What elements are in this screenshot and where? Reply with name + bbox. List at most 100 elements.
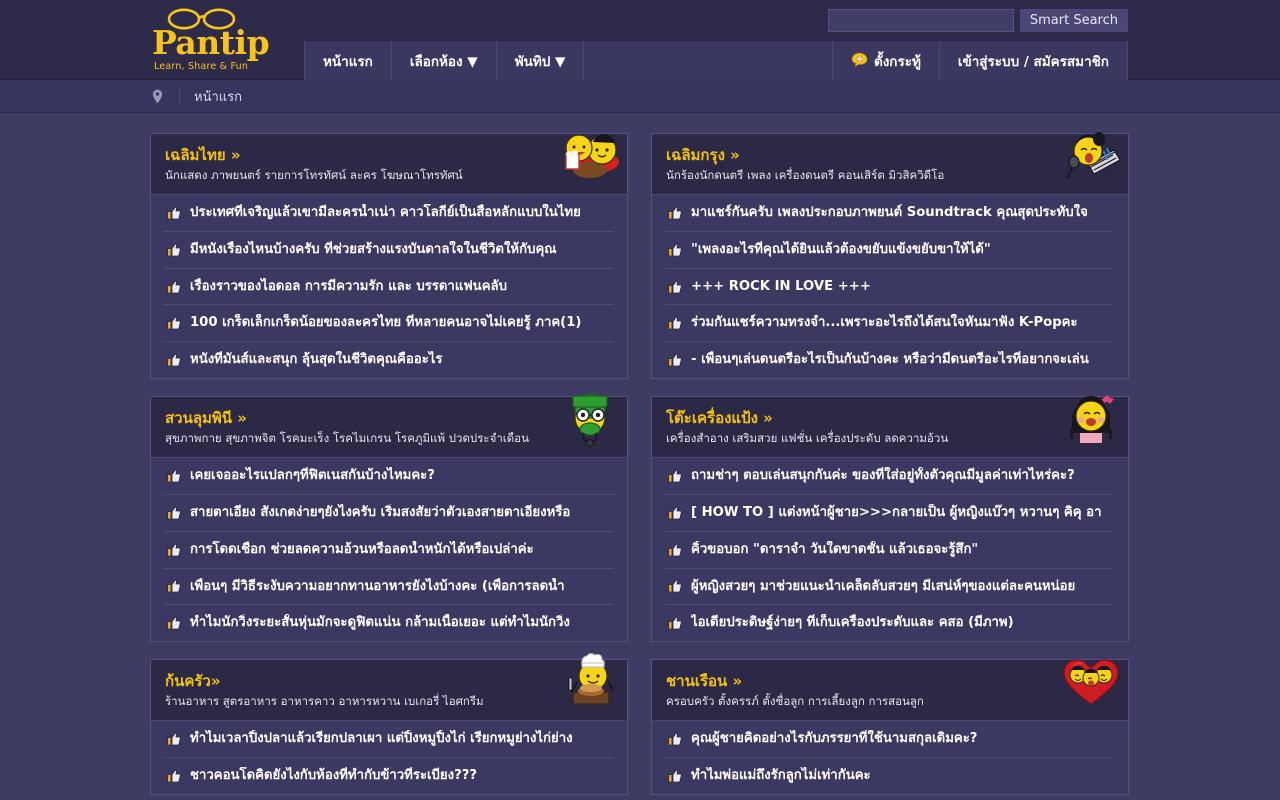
room-card: สวนลุมพินี » สุขภาพกาย สุขภาพจิต โรคมะเร… <box>150 393 628 643</box>
thumbs-up-icon <box>668 579 682 593</box>
topic-title: ผู้หญิงสวยๆ มาช่วยแนะนำเคล็ดลับสวยๆ มีเส… <box>691 578 1076 594</box>
topic-title: +++ ROCK IN LOVE +++ <box>691 278 871 294</box>
topic-row[interactable]: [ HOW TO ] แต่งหน้าผู้ชาย>>>กลายเป็น ผู้… <box>666 495 1114 532</box>
room-title[interactable]: โต๊ะเครื่องแป้ง » <box>666 409 1114 428</box>
thumbs-up-icon <box>668 243 682 257</box>
room-card: เฉลิมไทย » นักแสดง ภาพยนตร์ รายการโทรทัศ… <box>150 133 628 380</box>
topic-row[interactable]: หนังที่มันส์และสนุก ลุ้นสุดในชีวิตคุณคือ… <box>165 342 613 378</box>
topic-row[interactable]: ผู้หญิงสวยๆ มาช่วยแนะนำเคล็ดลับสวยๆ มีเส… <box>666 569 1114 606</box>
topic-title: ทำไมพ่อแม่ถึงรักลูกไม่เท่ากันคะ <box>691 767 871 783</box>
topic-title: คิ้วขอบอก "ดาราจำ วันใดขาดชั้น แล้วเธอจะ… <box>691 541 979 557</box>
room-card: ชานเรือน » ครอบครัว ตั้งครรภ์ ตั้งชื่อลู… <box>651 659 1129 795</box>
topic-list: ถามช่าๆ ตอบเล่นสนุกกันค่ะ ของที่ใส่อยู่ท… <box>652 458 1128 641</box>
room-subtitle: ครอบครัว ตั้งครรภ์ ตั้งชื่อลูก การเลี้ยง… <box>666 693 924 708</box>
topic-title: ทำไมนักวิ่งระยะสั้นหุ่นมักจะดูฟิตแน่น กล… <box>190 615 570 631</box>
topic-title: คุณผู้ชายคิดอย่างไรกับภรรยาที่ใช้นามสกุล… <box>691 731 978 747</box>
topic-list: คุณผู้ชายคิดอย่างไรกับภรรยาที่ใช้นามสกุล… <box>652 721 1128 794</box>
login-register-link[interactable]: เข้าสู่ระบบ / สมัครสมาชิก <box>940 41 1127 80</box>
room-title[interactable]: ก้นครัว» <box>165 672 613 691</box>
topic-row[interactable]: มีหนังเรื่องไหนบ้างครับ ที่ช่วยสร้างแรงบ… <box>165 232 613 269</box>
room-subtitle: เครื่องสำอาง เสริมสวย แฟชั่น เครื่องประด… <box>666 430 949 445</box>
topic-row[interactable]: เคยเจออะไรแปลกๆที่ฟิตเนสกันบ้างไหมคะ? <box>165 458 613 495</box>
topic-row[interactable]: 100 เกร็ดเล็กเกร็ดน้อยของละครไทย ที่หลาย… <box>165 305 613 343</box>
topic-row[interactable]: ทำไมเวลาปิ้งปลาแล้วเรียกปลาเผา แต่ปิ้งหม… <box>165 721 613 758</box>
room-title[interactable]: เฉลิมไทย » <box>165 146 613 165</box>
room-title[interactable]: ชานเรือน » <box>666 672 1114 691</box>
room-title[interactable]: สวนลุมพินี » <box>165 409 613 428</box>
topic-row[interactable]: เรื่องราวของไอดอล การมีความรัก และ บรรดา… <box>165 269 613 306</box>
thumbs-up-icon <box>167 353 181 367</box>
topic-title: ไอเดียประดิษฐ์ง่ายๆ ที่เก็บเครื่องประดับ… <box>691 615 1014 631</box>
topic-title: มีหนังเรื่องไหนบ้างครับ ที่ช่วยสร้างแรงบ… <box>190 241 557 257</box>
popcorn-movie-mascot <box>565 133 619 178</box>
topic-row[interactable]: การโดดเชือก ช่วยลดความอ้วนหรือลดน้ำหนักไ… <box>165 532 613 569</box>
topic-title: 100 เกร็ดเล็กเกร็ดน้อยของละครไทย ที่หลาย… <box>190 315 582 331</box>
nav-item-pantip[interactable]: พันทิป ▼ <box>497 41 585 80</box>
room-card-header: สวนลุมพินี » สุขภาพกาย สุขภาพจิต โรคมะเร… <box>151 393 627 459</box>
thumbs-up-icon <box>167 469 181 483</box>
smart-search-button[interactable]: Smart Search <box>1019 9 1128 32</box>
topic-row[interactable]: ประเทศที่เจริญแล้วเขามีละครน้ำเน่า คาวโล… <box>165 195 613 232</box>
site-logo[interactable]: Pantip Learn, Share & Fun <box>152 8 302 74</box>
topic-title: ชาวคอนโดคิดยังไงกับห้องที่ทำกับข้าวที่ระ… <box>190 767 478 783</box>
room-subtitle: สุขภาพกาย สุขภาพจิต โรคมะเร็ง โรคไมเกรน … <box>165 430 529 445</box>
topic-title: เรื่องราวของไอดอล การมีความรัก และ บรรดา… <box>190 278 507 294</box>
topic-row[interactable]: ชาวคอนโดคิดยังไงกับห้องที่ทำกับข้าวที่ระ… <box>165 758 613 794</box>
breadcrumb: หน้าแรก <box>0 80 1280 113</box>
topic-title: เคยเจออะไรแปลกๆที่ฟิตเนสกันบ้างไหมคะ? <box>190 468 435 484</box>
room-card-header: เฉลิมกรุง » นักร้องนักดนตรี เพลง เครื่อง… <box>652 132 1128 195</box>
nav-item-home[interactable]: หน้าแรก <box>305 41 392 80</box>
topic-row[interactable]: +++ ROCK IN LOVE +++ <box>666 269 1114 306</box>
thumbs-up-icon <box>668 506 682 520</box>
topic-title: ทำไมเวลาปิ้งปลาแล้วเรียกปลาเผา แต่ปิ้งหม… <box>190 731 573 747</box>
topic-row[interactable]: ทำไมนักวิ่งระยะสั้นหุ่นมักจะดูฟิตแน่น กล… <box>165 605 613 641</box>
room-card-header: โต๊ะเครื่องแป้ง » เครื่องสำอาง เสริมสวย … <box>652 395 1128 459</box>
thumbs-up-icon <box>668 732 682 746</box>
search-area: Smart Search <box>827 9 1128 32</box>
room-card: โต๊ะเครื่องแป้ง » เครื่องสำอาง เสริมสวย … <box>651 395 1129 643</box>
thumbs-up-icon <box>668 280 682 293</box>
topic-title: มาแชร์กันครับ เพลงประกอบภาพยนต์ Soundtra… <box>691 205 1088 220</box>
room-card-header: ชานเรือน » ครอบครัว ตั้งครรภ์ ตั้งชื่อลู… <box>652 659 1128 722</box>
breadcrumb-divider <box>179 86 180 106</box>
breadcrumb-home[interactable]: หน้าแรก <box>194 86 242 107</box>
nav-item-choose-room[interactable]: เลือกห้อง ▼ <box>392 41 497 80</box>
map-pin-icon <box>152 89 163 103</box>
topic-title: สายตาเอียง สังเกตง่ายๆยังไงครับ เริ่มสงส… <box>190 504 571 520</box>
thumbs-up-icon <box>167 280 181 293</box>
room-card-header: เฉลิมไทย » นักแสดง ภาพยนตร์ รายการโทรทัศ… <box>151 133 627 195</box>
topic-title: เพื่อนๆ มีวิธีระงับความอยากทานอาหารยังไง… <box>190 578 565 594</box>
thumbs-up-icon <box>167 769 181 783</box>
room-card-grid: เฉลิมไทย » นักแสดง ภาพยนตร์ รายการโทรทัศ… <box>150 113 1130 795</box>
topic-list: ประเทศที่เจริญแล้วเขามีละครน้ำเน่า คาวโล… <box>151 195 627 378</box>
thumbs-up-icon <box>668 469 682 483</box>
topic-row[interactable]: ทำไมพ่อแม่ถึงรักลูกไม่เท่ากันคะ <box>666 758 1114 794</box>
logo-wordmark: Pantip <box>152 23 270 62</box>
topic-title: - เพื่อนๆเล่นดนตรีอะไรเป็นกันบ้างคะ หรือ… <box>691 352 1089 368</box>
thumbs-up-icon <box>167 506 181 520</box>
room-subtitle: ร้านอาหาร สูตรอาหาร อาหารคาว อาหารหวาน เ… <box>165 693 484 708</box>
singer-microphone-mascot <box>1065 132 1121 179</box>
topic-row[interactable]: คุณผู้ชายคิดอย่างไรกับภรรยาที่ใช้นามสกุล… <box>666 721 1114 758</box>
topic-row[interactable]: ถามช่าๆ ตอบเล่นสนุกกันค่ะ ของที่ใส่อยู่ท… <box>666 458 1114 495</box>
thumbs-up-icon <box>668 206 682 220</box>
topic-row[interactable]: เพื่อนๆ มีวิธีระงับความอยากทานอาหารยังไง… <box>165 569 613 606</box>
topic-row[interactable]: ไอเดียประดิษฐ์ง่ายๆ ที่เก็บเครื่องประดับ… <box>666 605 1114 641</box>
topic-title: [ HOW TO ] แต่งหน้าผู้ชาย>>>กลายเป็น ผู้… <box>691 504 1102 520</box>
topic-row[interactable]: ร่วมกันแชร์ความทรงจำ...เพราะอะไรถึงได้สน… <box>666 305 1114 343</box>
room-title[interactable]: เฉลิมกรุง » <box>666 146 1114 165</box>
create-topic-button[interactable]: ตั้งกระทู้ <box>833 41 940 80</box>
topic-title: ถามช่าๆ ตอบเล่นสนุกกันค่ะ ของที่ใส่อยู่ท… <box>691 468 1075 484</box>
topic-row[interactable]: - เพื่อนๆเล่นดนตรีอะไรเป็นกันบ้างคะ หรือ… <box>666 342 1114 378</box>
search-input[interactable] <box>827 9 1014 32</box>
topic-list: เคยเจออะไรแปลกๆที่ฟิตเนสกันบ้างไหมคะ? สา… <box>151 458 627 641</box>
create-topic-label: ตั้งกระทู้ <box>873 53 921 70</box>
family-heart-mascot <box>1063 659 1119 705</box>
topic-row[interactable]: มาแชร์กันครับ เพลงประกอบภาพยนต์ Soundtra… <box>666 195 1114 232</box>
topic-row[interactable]: สายตาเอียง สังเกตง่ายๆยังไงครับ เริ่มสงส… <box>165 495 613 532</box>
topic-row[interactable]: คิ้วขอบอก "ดาราจำ วันใดขาดชั้น แล้วเธอจะ… <box>666 532 1114 569</box>
thumbs-up-icon <box>167 206 181 220</box>
topic-row[interactable]: "เพลงอะไรที่คุณได้ยินแล้วต้องขยับแข้งขยั… <box>666 232 1114 269</box>
topic-title: ร่วมกันแชร์ความทรงจำ...เพราะอะไรถึงได้สน… <box>691 315 1078 331</box>
thumbs-up-icon <box>167 579 181 593</box>
